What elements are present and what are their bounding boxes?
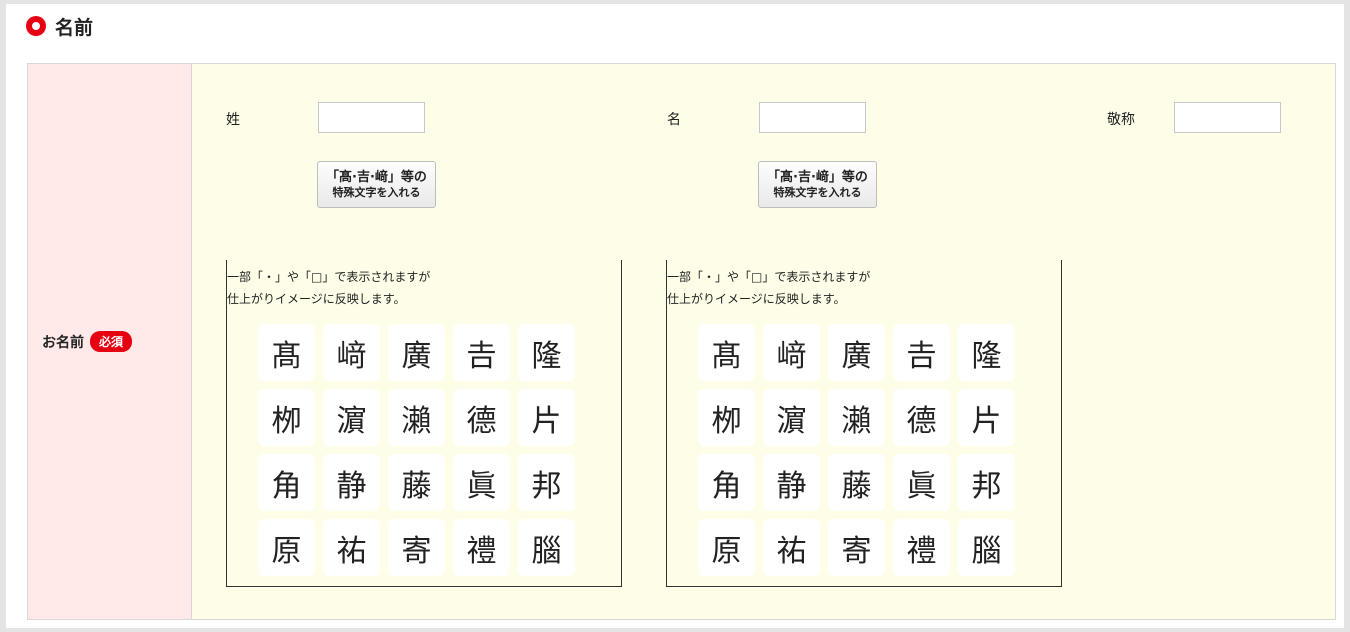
char-button[interactable]: 濵 [323,389,380,446]
char-button[interactable]: 片 [518,389,575,446]
char-button[interactable]: 﨑 [763,324,820,381]
form-frame: 名前 お名前 必須 姓 名 敬称 「髙·吉·﨑」等の 特殊文字を入れる 「髙·吉… [6,4,1344,628]
sei-char-panel: 一部「・」や「□」で表示されますが 仕上がりイメージに反映します。 髙 﨑 廣 … [226,260,622,587]
char-button[interactable]: 𠮷 [453,324,510,381]
char-button[interactable]: 髙 [698,324,755,381]
char-button[interactable]: 栁 [698,389,755,446]
sei-special-char-button[interactable]: 「髙·吉·﨑」等の 特殊文字を入れる [317,161,436,208]
char-button[interactable]: 祐 [323,519,380,576]
keisho-input[interactable] [1174,102,1281,133]
char-button[interactable]: 原 [258,519,315,576]
panel-note-line1: 一部「・」や「□」で表示されますが [667,270,871,284]
char-button[interactable]: 邦 [958,454,1015,511]
char-button[interactable]: 腦 [958,519,1015,576]
char-button[interactable]: 栁 [258,389,315,446]
panel-note-line2: 仕上がりイメージに反映します。 [667,292,846,306]
char-button[interactable]: 角 [258,454,315,511]
char-button[interactable]: 邦 [518,454,575,511]
char-button[interactable]: 片 [958,389,1015,446]
char-button[interactable]: 寄 [388,519,445,576]
char-button[interactable]: 瀨 [388,389,445,446]
panel-note-line2: 仕上がりイメージに反映します。 [227,292,406,306]
char-button[interactable]: 濵 [763,389,820,446]
char-button[interactable]: 静 [763,454,820,511]
char-grid: 髙 﨑 廣 𠮷 隆 栁 濵 瀨 德 片 角 静 藤 眞 邦 原 祐 寄 禮 腦 [258,324,575,576]
char-button[interactable]: 寄 [828,519,885,576]
char-button[interactable]: 静 [323,454,380,511]
special-button-line2: 特殊文字を入れる [773,185,862,199]
panel-note: 一部「・」や「□」で表示されますが 仕上がりイメージに反映します。 [227,266,430,310]
mei-label: 名 [667,112,681,128]
special-button-line1: 「髙·吉·﨑」等の [326,169,427,185]
field-header: お名前 必須 [28,64,192,619]
char-button[interactable]: 𠮷 [893,324,950,381]
char-button[interactable]: 德 [453,389,510,446]
panel-note: 一部「・」や「□」で表示されますが 仕上がりイメージに反映します。 [667,266,870,310]
char-button[interactable]: 眞 [453,454,510,511]
char-button[interactable]: 禮 [893,519,950,576]
char-button[interactable]: 瀨 [828,389,885,446]
char-button[interactable]: 原 [698,519,755,576]
sei-input[interactable] [318,102,425,133]
char-button[interactable]: 祐 [763,519,820,576]
char-button[interactable]: 髙 [258,324,315,381]
char-button[interactable]: 藤 [388,454,445,511]
char-button[interactable]: 眞 [893,454,950,511]
required-badge: 必須 [90,331,133,352]
sei-label: 姓 [226,112,240,128]
special-button-line1: 「髙·吉·﨑」等の [767,169,868,185]
char-button[interactable]: 腦 [518,519,575,576]
char-button[interactable]: 隆 [518,324,575,381]
panel-note-line1: 一部「・」や「□」で表示されますが [227,270,431,284]
keisho-label: 敬称 [1107,112,1135,128]
char-button[interactable]: 角 [698,454,755,511]
char-button[interactable]: 隆 [958,324,1015,381]
field-label: お名前 [42,334,84,351]
char-button[interactable]: 德 [893,389,950,446]
section-title: 名前 [55,16,94,39]
special-button-line2: 特殊文字を入れる [332,185,421,199]
char-button[interactable]: 禮 [453,519,510,576]
mei-input[interactable] [759,102,866,133]
char-button[interactable]: 﨑 [323,324,380,381]
char-button[interactable]: 藤 [828,454,885,511]
mei-char-panel: 一部「・」や「□」で表示されますが 仕上がりイメージに反映します。 髙 﨑 廣 … [666,260,1062,587]
char-button[interactable]: 廣 [828,324,885,381]
mei-special-char-button[interactable]: 「髙·吉·﨑」等の 特殊文字を入れる [758,161,877,208]
char-button[interactable]: 廣 [388,324,445,381]
circle-bullet-icon [26,16,46,36]
char-grid: 髙 﨑 廣 𠮷 隆 栁 濵 瀨 德 片 角 静 藤 眞 邦 原 祐 寄 禮 腦 [698,324,1015,576]
field-body: 姓 名 敬称 「髙·吉·﨑」等の 特殊文字を入れる 「髙·吉·﨑」等の 特殊文字… [192,64,1335,619]
name-field-row: お名前 必須 姓 名 敬称 「髙·吉·﨑」等の 特殊文字を入れる 「髙·吉·﨑」… [27,63,1336,620]
section-header: 名前 [26,14,94,39]
